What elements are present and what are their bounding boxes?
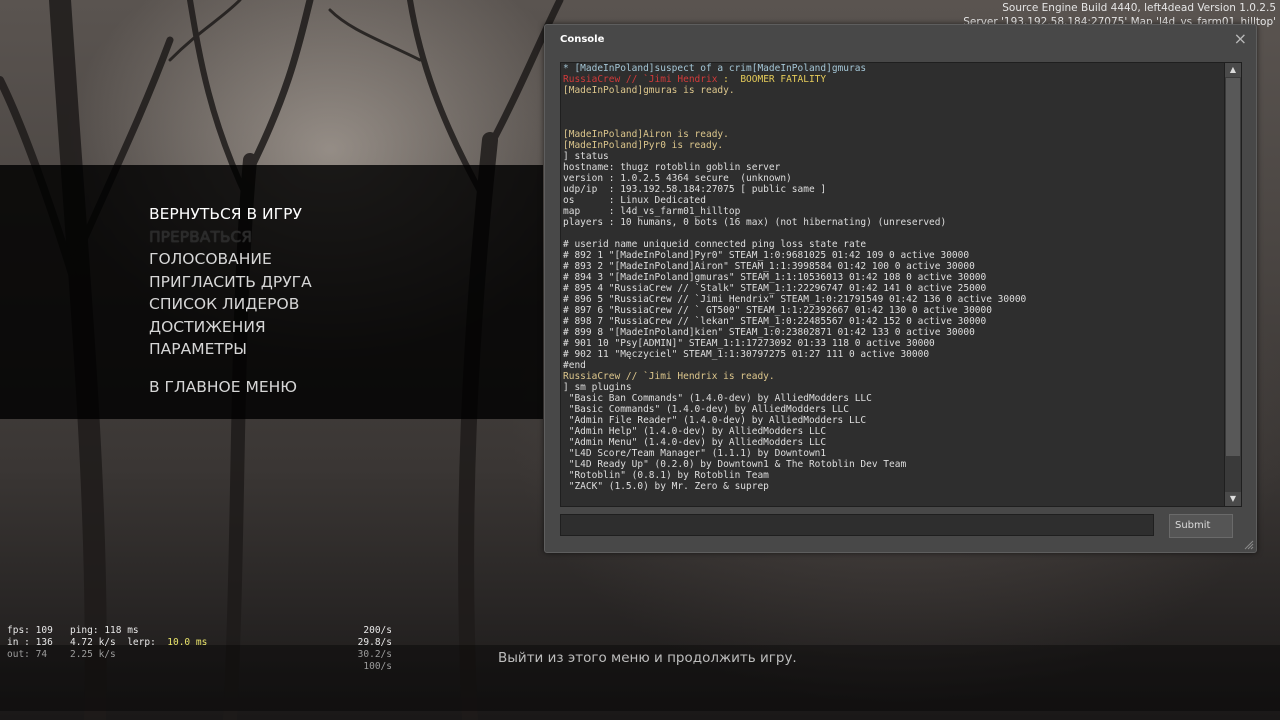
console-line: "Admin Help" (1.4.0-dev) by AlliedModder… <box>563 426 827 437</box>
console-line: RussiaCrew // `Jimi Hendrix : BOOMER FAT… <box>561 74 1225 85</box>
console-line: # 894 3 "[MadeInPoland]gmuras" STEAM_1:1… <box>563 272 987 283</box>
menu-item-take-a-break: ПРЕРВАТЬСЯ <box>149 227 253 246</box>
in-label: in : <box>7 637 30 648</box>
menu-item-main-menu[interactable]: В ГЛАВНОЕ МЕНЮ <box>149 376 312 399</box>
console-line: RussiaCrew // `Jimi Hendrix is ready. <box>563 371 775 382</box>
console-line: [MadeInPoland]Airon is ready. <box>563 129 729 140</box>
console-line: # 893 2 "[MadeInPoland]Airon" STEAM_1:1:… <box>563 261 975 272</box>
console-line: map : l4d_vs_farm01_hilltop <box>563 206 741 217</box>
out-rate: 2.25 k/s <box>69 649 116 660</box>
ping-value: 118 ms <box>104 625 139 636</box>
console-line: # 897 6 "RussiaCrew // ` GT500" STEAM_1:… <box>563 305 992 316</box>
engine-build-text: Source Engine Build 4440, left4dead Vers… <box>1002 2 1276 14</box>
console-line: [MadeInPoland]Pyr0 is ready. <box>563 140 724 151</box>
console-line: "Admin File Reader" (1.4.0-dev) by Allie… <box>563 415 867 426</box>
out-bytes: 74 <box>35 649 48 660</box>
menu-item-vote[interactable]: ГОЛОСОВАНИЕ <box>149 248 312 271</box>
console-line: [MadeInPoland]gmuras is ready. <box>563 85 735 96</box>
console-line: # 899 8 "[MadeInPoland]kien" STEAM_1:0:2… <box>563 327 975 338</box>
console-line: # userid name uniqueid connected ping lo… <box>563 239 867 250</box>
out-label: out: <box>7 649 30 660</box>
menu-item-options[interactable]: ПАРАМЕТРЫ <box>149 338 312 361</box>
console-log[interactable]: * [MadeInPoland]suspect of a crim[MadeIn… <box>560 62 1226 507</box>
console-line: #end <box>563 360 586 371</box>
menu-hint-text: Выйти из этого меню и продолжить игру. <box>498 650 797 666</box>
console-line: # 895 4 "RussiaCrew // `Stalk" STEAM_1:1… <box>563 283 987 294</box>
console-line: "Admin Menu" (1.4.0-dev) by AlliedModder… <box>563 437 827 448</box>
console-window[interactable]: Console × * [MadeInPoland]suspect of a c… <box>544 24 1257 553</box>
console-line: os : Linux Dedicated <box>563 195 706 206</box>
console-line: "Rotoblin" (0.8.1) by Rotoblin Team <box>563 470 769 481</box>
console-line: hostname: thugz rotoblin goblin server <box>563 162 781 173</box>
console-line: # 901 10 "Psy[ADMIN]" STEAM_1:1:17273092… <box>563 338 935 349</box>
lerp-value: 10.0 ms <box>167 637 208 648</box>
scrollbar-thumb[interactable] <box>1226 78 1240 456</box>
kill-attacker: RussiaCrew // `Jimi Hendrix <box>563 74 718 85</box>
console-line: "L4D Score/Team Manager" (1.1.1) by Down… <box>563 448 827 459</box>
console-line: "L4D Ready Up" (0.2.0) by Downtown1 & Th… <box>563 459 907 470</box>
net-rates: 200/s 29.8/s 30.2/s 100/s <box>340 625 392 673</box>
rate-value: 200/s <box>363 625 392 636</box>
console-line: "Basic Ban Commands" (1.4.0-dev) by Alli… <box>563 393 872 404</box>
pause-menu: ВЕРНУТЬСЯ В ИГРУ ПРЕРВАТЬСЯ ГОЛОСОВАНИЕ … <box>149 203 312 398</box>
console-line: players : 10 humans, 0 bots (16 max) (no… <box>563 217 947 228</box>
scroll-up-arrow-icon[interactable]: ▲ <box>1225 63 1241 77</box>
submit-button[interactable]: Submit <box>1169 514 1233 538</box>
menu-item-leaderboards[interactable]: СПИСОК ЛИДЕРОВ <box>149 293 312 316</box>
in-rate: 4.72 k/s <box>69 637 116 648</box>
fps-value: 109 <box>35 625 53 636</box>
console-line: ] status <box>563 151 609 162</box>
in-bytes: 136 <box>35 637 53 648</box>
rate-value: 30.2/s <box>357 649 392 660</box>
console-line: udp/ip : 193.192.58.184:27075 [ public s… <box>563 184 827 195</box>
close-icon[interactable]: × <box>1234 31 1247 47</box>
lerp-label: lerp: <box>127 637 156 648</box>
console-title: Console <box>560 34 605 45</box>
console-line: # 898 7 "RussiaCrew // `lekan" STEAM_1:0… <box>563 316 987 327</box>
ping-label: ping: <box>69 625 99 636</box>
kill-event: BOOMER FATALITY <box>740 74 827 85</box>
kill-separator: : <box>717 74 741 85</box>
net-graph: fps: 109 ping: 118 ms in : 136 4.72 k/s … <box>7 625 207 661</box>
resize-grip-icon[interactable] <box>1242 538 1254 550</box>
rate-value: 100/s <box>363 661 392 672</box>
console-line: * [MadeInPoland]suspect of a crim[MadeIn… <box>563 63 867 74</box>
menu-item-achievements[interactable]: ДОСТИЖЕНИЯ <box>149 316 312 339</box>
console-command-input[interactable] <box>560 514 1154 536</box>
console-line: ] sm plugins <box>563 382 632 393</box>
rate-value: 29.8/s <box>357 637 392 648</box>
menu-item-resume-game[interactable]: ВЕРНУТЬСЯ В ИГРУ <box>149 203 312 226</box>
console-line: "Basic Commands" (1.4.0-dev) by AlliedMo… <box>563 404 849 415</box>
fps-label: fps: <box>7 625 30 636</box>
console-line: version : 1.0.2.5 4364 secure (unknown) <box>563 173 792 184</box>
menu-item-invite-friend[interactable]: ПРИГЛАСИТЬ ДРУГА <box>149 271 312 294</box>
console-line: "ZACK" (1.5.0) by Mr. Zero & suprep <box>563 481 769 492</box>
scroll-down-arrow-icon[interactable]: ▼ <box>1225 492 1241 506</box>
console-scrollbar[interactable]: ▲ ▼ <box>1224 62 1242 507</box>
console-line: # 896 5 "RussiaCrew // `Jimi Hendrix" ST… <box>563 294 1027 305</box>
console-line: # 902 11 "Męczyciel" STEAM_1:1:30797275 … <box>563 349 930 360</box>
console-line: # 892 1 "[MadeInPoland]Pyr0" STEAM_1:0:9… <box>563 250 970 261</box>
